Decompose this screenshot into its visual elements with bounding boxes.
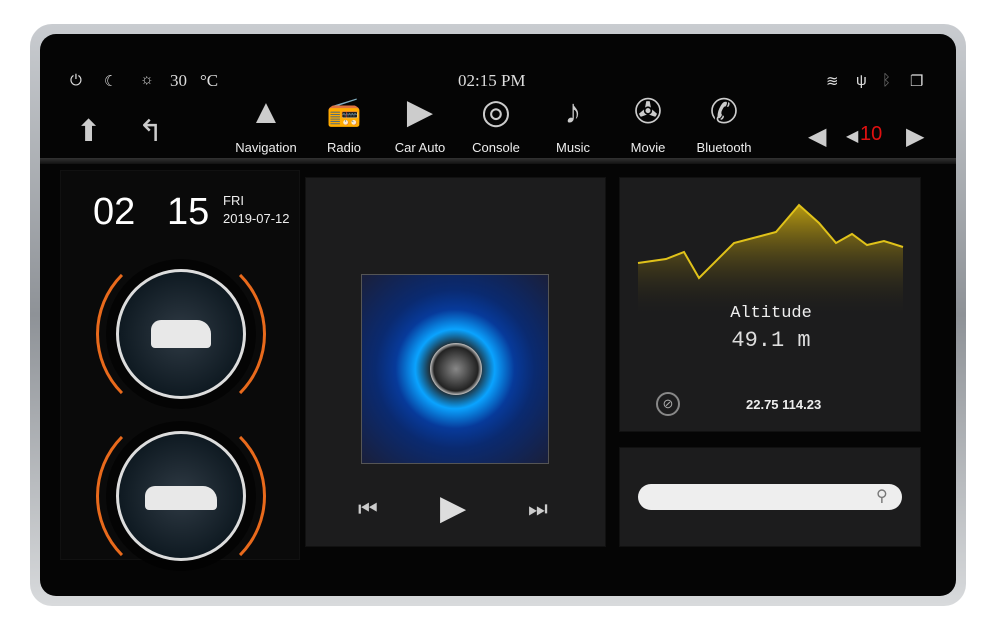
- gps-coordinates: 22.75 114.23: [746, 397, 822, 412]
- speaker-icon: [430, 343, 482, 395]
- car-side-view-button[interactable]: [116, 431, 246, 561]
- recent-apps-icon[interactable]: ❐: [910, 72, 923, 90]
- nav-divider: [40, 158, 956, 164]
- volume-down-button[interactable]: ◀: [808, 122, 826, 151]
- back-button[interactable]: ↰: [138, 114, 163, 149]
- speaker-icon: ◀: [846, 128, 859, 145]
- previous-track-button[interactable]: ⏮: [358, 496, 378, 522]
- altitude-value: 49.1 m: [731, 328, 811, 353]
- altitude-label: Altitude: [730, 304, 812, 323]
- search-panel: ⚲: [619, 447, 921, 547]
- film-reel-icon: ✇: [633, 93, 663, 131]
- temperature: 30: [170, 71, 187, 90]
- album-art[interactable]: [361, 274, 549, 464]
- search-input[interactable]: [638, 484, 902, 510]
- suv-icon: [145, 486, 217, 510]
- temperature-unit: °C: [200, 71, 219, 90]
- next-track-button[interactable]: ⏭: [528, 496, 548, 522]
- clock-date: 2019-07-12: [223, 211, 290, 226]
- clock-hour: 02: [93, 191, 136, 233]
- music-note-icon: ♪: [564, 93, 582, 131]
- navigation-icon: ▲: [249, 93, 283, 131]
- altitude-area: [638, 205, 903, 318]
- nav-car-auto[interactable]: ▶ Car Auto: [382, 90, 458, 155]
- altitude-graph: [637, 203, 904, 318]
- radio-icon: 📻: [326, 96, 362, 127]
- status-time: 02:15 PM: [458, 71, 526, 90]
- steering-wheel-icon: ◎: [481, 93, 511, 131]
- head-unit-screen: ⏻ ☾ ☼ 30 °C 02:15 PM ≋ ψ ᛒ ❐ ⬆ ↰ ▲ Naviga…: [40, 34, 956, 596]
- usb-icon: ψ: [856, 72, 867, 89]
- clock-panel: 02 15 FRI 2019-07-12: [60, 170, 300, 581]
- altitude-panel[interactable]: Altitude 49.1 m ⊘ 22.75 114.23: [619, 177, 921, 432]
- volume-up-button[interactable]: ▶: [906, 122, 924, 151]
- power-icon[interactable]: ⏻: [70, 72, 82, 89]
- nav-navigation[interactable]: ▲ Navigation: [228, 90, 304, 155]
- home-button[interactable]: ⬆: [76, 114, 101, 149]
- clock-day: FRI: [223, 193, 244, 208]
- nav-radio[interactable]: 📻 Radio: [306, 90, 382, 155]
- play-button[interactable]: ▶: [440, 488, 466, 528]
- nav-music[interactable]: ♪ Music: [535, 90, 611, 155]
- brightness-icon[interactable]: ☼: [140, 71, 154, 88]
- car-icon: [151, 320, 211, 348]
- moon-icon[interactable]: ☾: [104, 72, 117, 90]
- volume-level: 10: [860, 123, 883, 145]
- nav-movie[interactable]: ✇ Movie: [610, 90, 686, 155]
- bluetooth-icon: ᛒ: [882, 72, 892, 89]
- car-front-view-button[interactable]: [116, 269, 246, 399]
- compass-icon: ⊘: [656, 392, 680, 416]
- search-icon[interactable]: ⚲: [876, 486, 888, 506]
- wifi-icon: ≋: [826, 73, 839, 90]
- music-panel: ⏮ ▶ ⏭: [305, 177, 606, 547]
- nav-console[interactable]: ◎ Console: [458, 90, 534, 155]
- phone-mirror-icon: ▶: [406, 93, 434, 131]
- nav-bluetooth[interactable]: ✆ Bluetooth: [686, 90, 762, 155]
- phone-icon: ✆: [709, 93, 739, 131]
- clock-minute: 15: [167, 191, 210, 233]
